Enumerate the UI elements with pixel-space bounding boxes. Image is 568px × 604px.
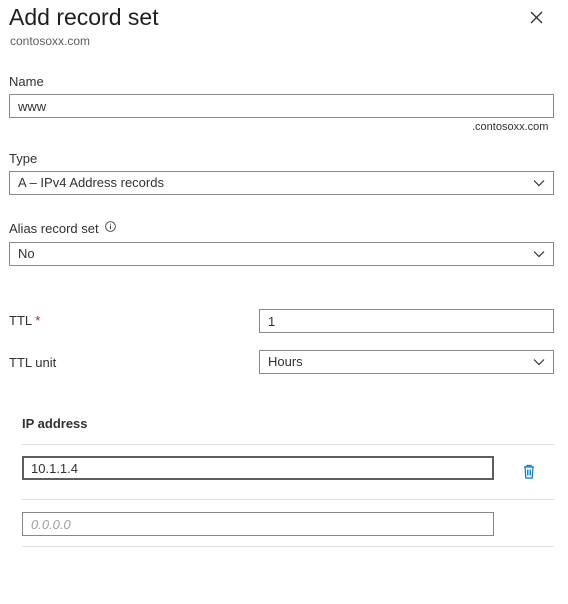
ttl-label: TTL *	[9, 313, 40, 328]
trash-icon	[524, 464, 534, 479]
panel-title: Add record set	[9, 4, 159, 30]
close-icon	[530, 11, 543, 24]
info-icon[interactable]	[105, 221, 116, 232]
chevron-down-icon	[533, 251, 545, 258]
alias-label: Alias record set	[9, 221, 116, 236]
alias-dropdown[interactable]: No	[9, 242, 554, 266]
ttl-unit-dropdown[interactable]: Hours	[259, 350, 554, 374]
ip-address-column-header: IP address	[22, 416, 88, 431]
type-label: Type	[9, 151, 38, 166]
ttl-unit-label: TTL unit	[9, 355, 57, 370]
type-dropdown[interactable]: A – IPv4 Address records	[9, 171, 554, 195]
alias-label-text: Alias record set	[9, 221, 99, 236]
ttl-label-text: TTL	[9, 313, 32, 328]
ttl-input[interactable]	[259, 309, 554, 333]
close-button[interactable]	[527, 8, 547, 28]
delete-row-button[interactable]	[520, 462, 538, 480]
new-ip-address-input[interactable]	[22, 512, 494, 536]
type-dropdown-value: A – IPv4 Address records	[18, 175, 164, 190]
name-label: Name	[9, 74, 44, 89]
chevron-down-icon	[533, 180, 545, 187]
panel-subtitle: contosoxx.com	[10, 34, 91, 48]
ip-address-input[interactable]	[22, 456, 494, 480]
grid-separator	[22, 444, 554, 445]
name-input[interactable]	[9, 94, 554, 118]
zone-suffix: .contosoxx.com	[472, 121, 549, 133]
alias-dropdown-value: No	[18, 246, 35, 261]
required-marker: *	[35, 313, 41, 328]
chevron-down-icon	[533, 359, 545, 366]
grid-separator	[22, 546, 554, 547]
ttl-unit-dropdown-value: Hours	[268, 354, 303, 369]
grid-separator	[22, 499, 554, 500]
